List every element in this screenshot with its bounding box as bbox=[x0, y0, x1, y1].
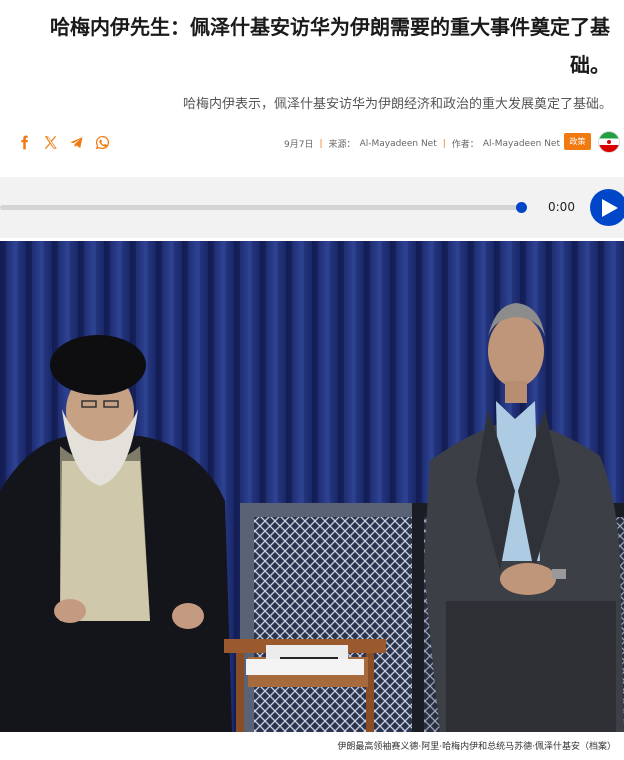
category-badge[interactable]: 政策 bbox=[564, 133, 591, 150]
source-label: 来源： bbox=[328, 140, 356, 150]
meta-separator: | bbox=[442, 138, 446, 149]
photo-illustration bbox=[0, 241, 624, 732]
audio-time: 0:00 bbox=[548, 200, 575, 214]
photo-caption: 伊朗最高领袖赛义德·阿里·哈梅内伊和总统马苏德·佩泽什基安（档案） bbox=[337, 742, 616, 752]
facebook-icon[interactable] bbox=[16, 134, 32, 150]
audio-progress-handle[interactable] bbox=[516, 202, 527, 213]
article-meta-bar: 9月7日 | 来源： Al-Mayadeen Net | 作者： Al-Maya… bbox=[0, 130, 624, 156]
author-label: 作者： bbox=[451, 140, 479, 150]
article-title: 哈梅内伊先生：佩泽什基安访华为伊朗需要的重大事件奠定了基础。 bbox=[50, 15, 610, 77]
source-name[interactable]: Al-Mayadeen Net bbox=[360, 139, 437, 149]
x-icon[interactable] bbox=[42, 134, 58, 150]
meta-info: 9月7日 | 来源： Al-Mayadeen Net | 作者： Al-Maya… bbox=[284, 137, 560, 151]
telegram-icon[interactable] bbox=[68, 134, 84, 150]
audio-progress-track[interactable] bbox=[0, 205, 522, 210]
article-photo bbox=[0, 241, 624, 732]
whatsapp-icon[interactable] bbox=[94, 134, 110, 150]
play-button[interactable] bbox=[590, 189, 624, 226]
share-buttons bbox=[16, 134, 110, 150]
publish-date: 9月7日 bbox=[284, 140, 314, 150]
play-icon bbox=[602, 198, 618, 217]
audio-player: 0:00 bbox=[0, 177, 624, 238]
iran-flag-icon[interactable] bbox=[598, 131, 620, 153]
meta-separator: | bbox=[319, 138, 323, 149]
article-subtitle: 哈梅内伊表示，佩泽什基安访华为伊朗经济和政治的重大发展奠定了基础。 bbox=[182, 97, 612, 112]
author-name[interactable]: Al-Mayadeen Net bbox=[483, 139, 560, 149]
